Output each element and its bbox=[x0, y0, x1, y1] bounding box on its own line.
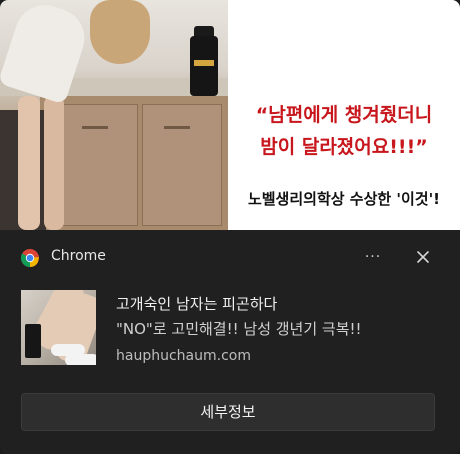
notification-header: Chrome ··· bbox=[0, 232, 460, 282]
notification-thumbnail bbox=[21, 290, 96, 365]
hero-banner-image[interactable]: “남편에게 챙겨줬더니 밤이 달라졌어요!!!” 노벨생리의학상 수상한 '이것… bbox=[0, 0, 460, 230]
app-name: Chrome bbox=[51, 248, 106, 264]
thumbnail-product-bottle bbox=[25, 324, 41, 358]
notification-source-domain: hauphuchaum.com bbox=[116, 348, 251, 364]
chrome-notification-toast[interactable]: “남편에게 챙겨줬더니 밤이 달라졌어요!!!” 노벨생리의학상 수상한 '이것… bbox=[0, 0, 460, 454]
cabinet-door-right bbox=[142, 104, 222, 226]
close-icon[interactable] bbox=[410, 244, 436, 270]
hero-photo bbox=[0, 0, 228, 230]
figure-leg bbox=[44, 96, 64, 230]
hero-quote-line2: 밤이 달라졌어요!!!” bbox=[260, 136, 428, 158]
hero-ad-text-panel: “남편에게 챙겨줬더니 밤이 달라졌어요!!!” 노벨생리의학상 수상한 '이것… bbox=[228, 0, 460, 230]
hero-tagline: 노벨생리의학상 수상한 '이것'! bbox=[247, 190, 441, 208]
cabinet-handle bbox=[82, 126, 108, 129]
cabinet-handle bbox=[164, 126, 190, 129]
cabinet-door-left bbox=[58, 104, 138, 226]
notification-body: "NO"로 고민해결!! 남성 갱년기 극복!! bbox=[116, 320, 362, 338]
product-bottle-label bbox=[194, 60, 214, 66]
more-options-button[interactable]: ··· bbox=[360, 244, 386, 270]
hero-quote-line1: “남편에게 챙겨줬더니 bbox=[255, 104, 433, 126]
figure-hair bbox=[90, 0, 150, 64]
figure-leg bbox=[18, 96, 40, 230]
product-bottle bbox=[190, 36, 218, 96]
details-button[interactable]: 세부정보 bbox=[21, 393, 435, 431]
notification-title: 고개숙인 남자는 피곤하다 bbox=[116, 295, 278, 313]
thumbnail-shoe bbox=[65, 354, 96, 365]
chrome-icon bbox=[21, 249, 39, 267]
